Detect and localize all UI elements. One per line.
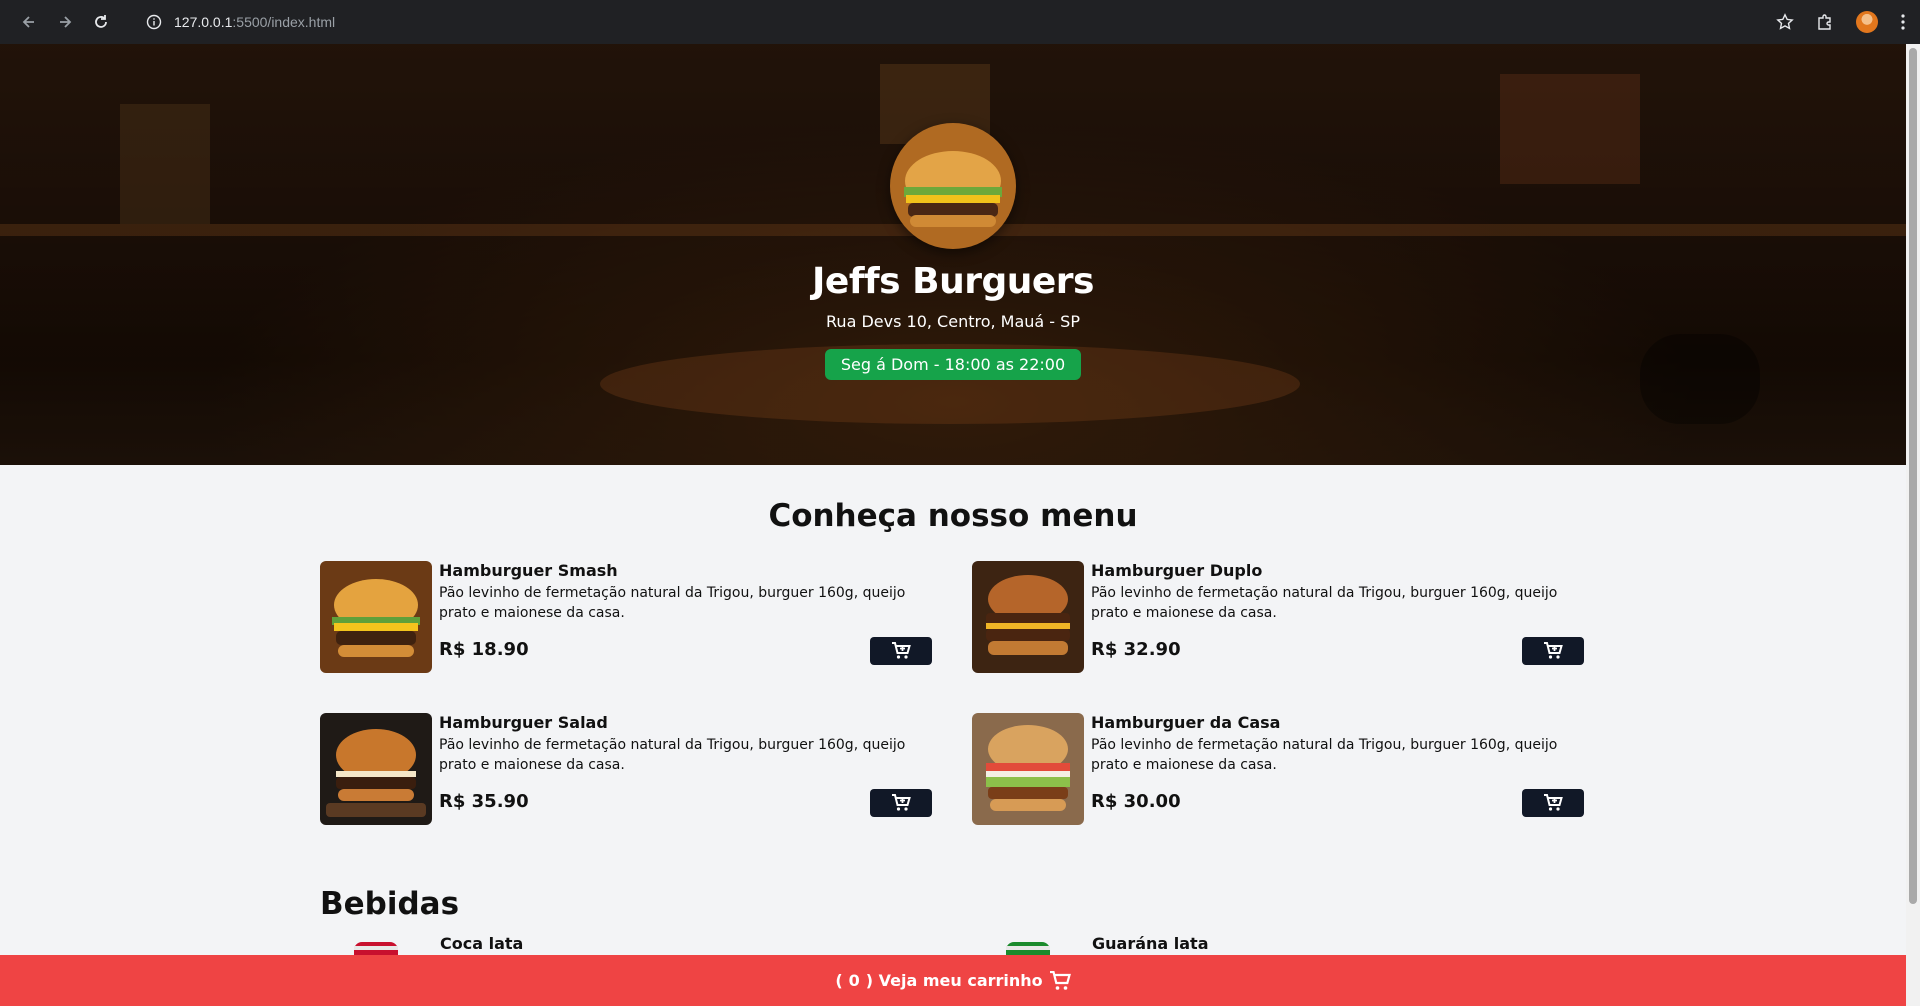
burger-image bbox=[320, 561, 432, 673]
drinks-section-title: Bebidas bbox=[320, 886, 460, 922]
hero-banner: Jeffs Burguers Rua Devs 10, Centro, Mauá… bbox=[0, 44, 1906, 465]
item-price: R$ 35.90 bbox=[439, 791, 529, 812]
shopping-cart-icon bbox=[1049, 970, 1071, 990]
back-icon[interactable] bbox=[14, 7, 44, 37]
bookmark-star-icon[interactable] bbox=[1776, 13, 1794, 31]
burger-image bbox=[320, 713, 432, 825]
extensions-icon[interactable] bbox=[1816, 13, 1834, 31]
add-to-cart-button[interactable] bbox=[1522, 789, 1584, 817]
profile-avatar[interactable] bbox=[1856, 11, 1878, 33]
more-menu-icon[interactable] bbox=[1900, 13, 1906, 31]
cart-count: 0 bbox=[848, 971, 860, 990]
drink-name: Coca lata bbox=[440, 934, 524, 953]
item-price: R$ 32.90 bbox=[1091, 639, 1181, 660]
menu-item: Hamburguer da Casa Pão levinho de fermet… bbox=[972, 713, 1584, 825]
forward-icon[interactable] bbox=[50, 7, 80, 37]
item-description: Pão levinho de fermetação natural da Tri… bbox=[1091, 737, 1558, 773]
cart-plus-icon bbox=[1544, 642, 1563, 659]
item-description: Pão levinho de fermetação natural da Tri… bbox=[439, 737, 906, 773]
reload-icon[interactable] bbox=[86, 7, 116, 37]
menu-section-title: Conheça nosso menu bbox=[768, 498, 1138, 534]
burger-image bbox=[972, 561, 1084, 673]
item-name: Hamburguer Salad bbox=[439, 713, 608, 732]
add-to-cart-button[interactable] bbox=[1522, 637, 1584, 665]
item-name: Hamburguer Duplo bbox=[1091, 561, 1263, 580]
url-path: :5500/index.html bbox=[232, 14, 336, 30]
browser-toolbar: 127.0.0.1:5500/index.html bbox=[0, 0, 1920, 44]
restaurant-name: Jeffs Burguers bbox=[812, 261, 1094, 302]
menu-item: Hamburguer Salad Pão levinho de fermetaç… bbox=[320, 713, 932, 825]
cart-plus-icon bbox=[1544, 794, 1563, 811]
restaurant-address: Rua Devs 10, Centro, Mauá - SP bbox=[826, 312, 1080, 331]
item-price: R$ 18.90 bbox=[439, 639, 529, 660]
burger-image bbox=[972, 713, 1084, 825]
cart-open-paren: ( bbox=[835, 971, 843, 990]
add-to-cart-button[interactable] bbox=[870, 789, 932, 817]
add-to-cart-button[interactable] bbox=[870, 637, 932, 665]
drink-name: Guarána lata bbox=[1092, 934, 1209, 953]
item-name: Hamburguer Smash bbox=[439, 561, 618, 580]
item-description: Pão levinho de fermetação natural da Tri… bbox=[439, 585, 906, 621]
cart-footer-button[interactable]: ( 0 ) Veja meu carrinho bbox=[0, 955, 1906, 1006]
cart-plus-icon bbox=[892, 794, 911, 811]
opening-hours-badge: Seg á Dom - 18:00 as 22:00 bbox=[824, 349, 1082, 380]
info-icon[interactable] bbox=[146, 14, 162, 30]
scrollbar-thumb[interactable] bbox=[1909, 48, 1917, 904]
item-price: R$ 30.00 bbox=[1091, 791, 1181, 812]
cart-label: ) Veja meu carrinho bbox=[865, 971, 1043, 990]
vertical-scrollbar[interactable] bbox=[1906, 44, 1920, 1006]
address-bar[interactable]: 127.0.0.1:5500/index.html bbox=[146, 7, 335, 37]
restaurant-logo bbox=[890, 123, 1016, 249]
menu-item: Hamburguer Duplo Pão levinho de fermetaç… bbox=[972, 561, 1584, 673]
page-viewport: Jeffs Burguers Rua Devs 10, Centro, Mauá… bbox=[0, 44, 1906, 1006]
item-description: Pão levinho de fermetação natural da Tri… bbox=[1091, 585, 1558, 621]
url-host: 127.0.0.1 bbox=[174, 14, 233, 30]
cart-plus-icon bbox=[892, 642, 911, 659]
item-name: Hamburguer da Casa bbox=[1091, 713, 1281, 732]
menu-item: Hamburguer Smash Pão levinho de fermetaç… bbox=[320, 561, 932, 673]
